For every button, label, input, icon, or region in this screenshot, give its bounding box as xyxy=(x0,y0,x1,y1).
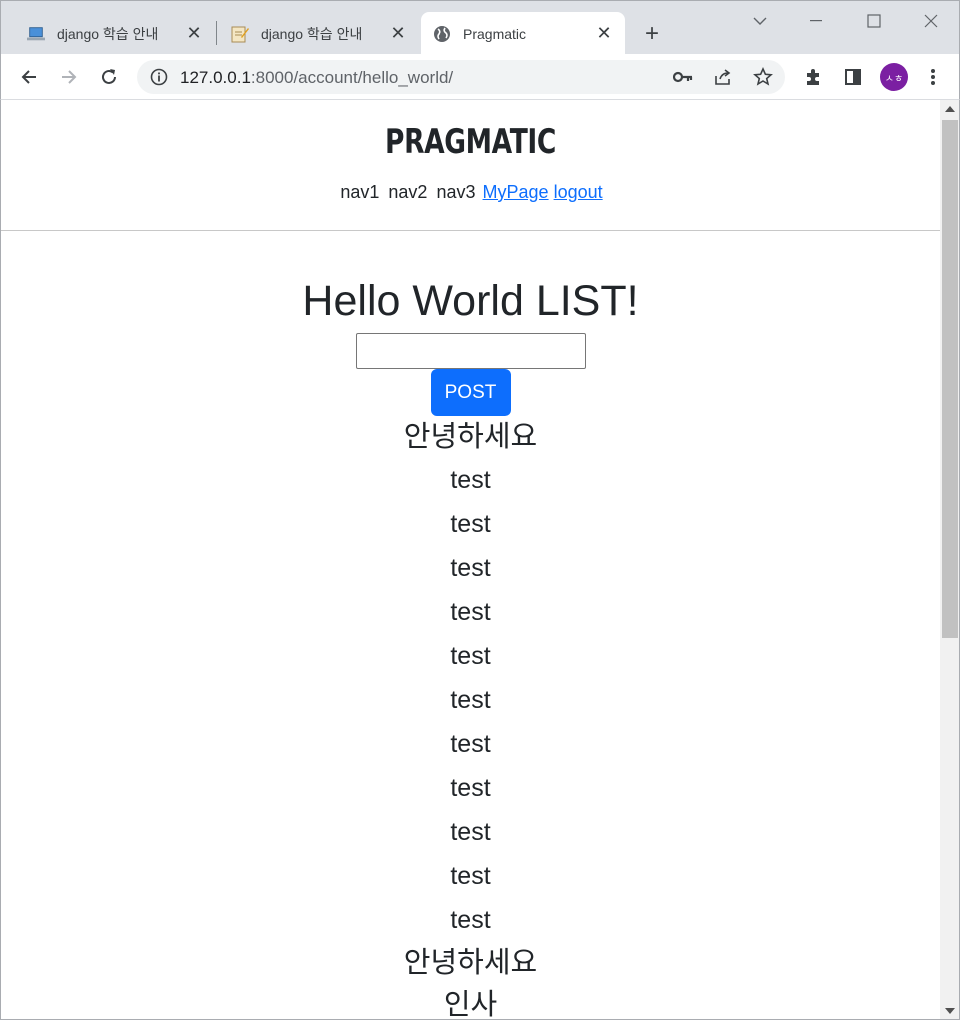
forward-button[interactable] xyxy=(54,62,84,92)
list-item: test xyxy=(450,774,491,802)
site-nav: nav1 nav2 nav3 MyPage logout xyxy=(1,182,940,203)
list-item: test xyxy=(450,598,491,626)
tab-django-1[interactable]: django 학습 안내 ✕ xyxy=(15,12,215,55)
globe-icon xyxy=(433,25,451,43)
browser-toolbar: 127.0.0.1:8000/account/hello_world/ ㅅㅎ xyxy=(0,54,960,100)
new-tab-button[interactable]: + xyxy=(639,20,665,47)
tab-title: django 학습 안내 xyxy=(261,25,363,42)
url-host: 127.0.0.1 xyxy=(180,68,251,87)
vertical-scrollbar[interactable] xyxy=(940,100,959,1019)
page-viewport: PRAGMATIC nav1 nav2 nav3 MyPage logout H… xyxy=(0,100,960,1020)
page-title: Hello World LIST! xyxy=(302,277,639,325)
list-item: test xyxy=(450,906,491,934)
nav-item-2[interactable]: nav2 xyxy=(388,182,427,202)
share-icon[interactable] xyxy=(712,66,734,88)
list-item: test xyxy=(450,642,491,670)
list-item: 안녕하세요 xyxy=(403,421,538,453)
list-item: test xyxy=(450,862,491,890)
menu-kebab-icon[interactable] xyxy=(918,62,948,92)
tab-django-2[interactable]: django 학습 안내 ✕ xyxy=(219,12,419,55)
close-icon[interactable]: ✕ xyxy=(185,23,203,43)
reload-button[interactable] xyxy=(94,62,124,92)
tab-pragmatic[interactable]: Pragmatic ✕ xyxy=(421,12,625,55)
list-item: test xyxy=(450,510,491,538)
side-panel-icon[interactable] xyxy=(838,62,868,92)
info-icon[interactable] xyxy=(149,67,169,87)
tab-strip: django 학습 안내 ✕ django 학습 안내 ✕ Pragmatic … xyxy=(0,0,960,55)
hello-world-input[interactable] xyxy=(355,333,586,369)
scrollbar-thumb[interactable] xyxy=(942,120,958,638)
list-item: test xyxy=(450,686,491,714)
tab-title: django 학습 안내 xyxy=(57,25,159,42)
maximize-icon[interactable] xyxy=(859,9,889,33)
memo-icon xyxy=(231,25,249,43)
nav-item-1[interactable]: nav1 xyxy=(340,182,379,202)
nav-item-3[interactable]: nav3 xyxy=(436,182,475,202)
logout-link[interactable]: logout xyxy=(554,182,603,202)
site-logo: PRAGMATIC xyxy=(385,122,556,162)
scroll-up-arrow-icon[interactable] xyxy=(945,106,955,112)
mypage-link[interactable]: MyPage xyxy=(483,182,549,202)
url-text[interactable]: 127.0.0.1:8000/account/hello_world/ xyxy=(180,68,453,88)
close-window-icon[interactable] xyxy=(916,9,946,33)
list-item: test xyxy=(450,730,491,758)
list-item: 안녕하세요 xyxy=(403,947,538,979)
extensions-icon[interactable] xyxy=(798,62,828,92)
url-path: :8000/account/hello_world/ xyxy=(250,68,454,87)
close-icon[interactable]: ✕ xyxy=(389,23,407,43)
site-header: PRAGMATIC nav1 nav2 nav3 MyPage logout xyxy=(1,100,940,231)
list-item: 인사 xyxy=(443,989,498,1020)
tab-search-icon[interactable] xyxy=(745,9,775,33)
avatar[interactable]: ㅅㅎ xyxy=(880,63,908,91)
list-item: test xyxy=(450,466,491,494)
key-icon[interactable] xyxy=(672,66,694,88)
minimize-icon[interactable] xyxy=(801,9,831,33)
tab-separator xyxy=(216,21,217,45)
back-button[interactable] xyxy=(14,62,44,92)
hello-world-list: 안녕하세요 test test test test test test test… xyxy=(1,416,940,1020)
page-content: PRAGMATIC nav1 nav2 nav3 MyPage logout H… xyxy=(1,100,940,1020)
scroll-down-arrow-icon[interactable] xyxy=(945,1008,955,1014)
address-bar[interactable]: 127.0.0.1:8000/account/hello_world/ xyxy=(137,60,785,94)
post-button[interactable]: POST xyxy=(430,369,511,416)
tab-title: Pragmatic xyxy=(463,25,527,42)
bookmark-star-icon[interactable] xyxy=(752,66,774,88)
laptop-icon xyxy=(27,25,45,43)
list-item: test xyxy=(450,554,491,582)
list-item: test xyxy=(450,818,491,846)
close-icon[interactable]: ✕ xyxy=(595,23,613,43)
